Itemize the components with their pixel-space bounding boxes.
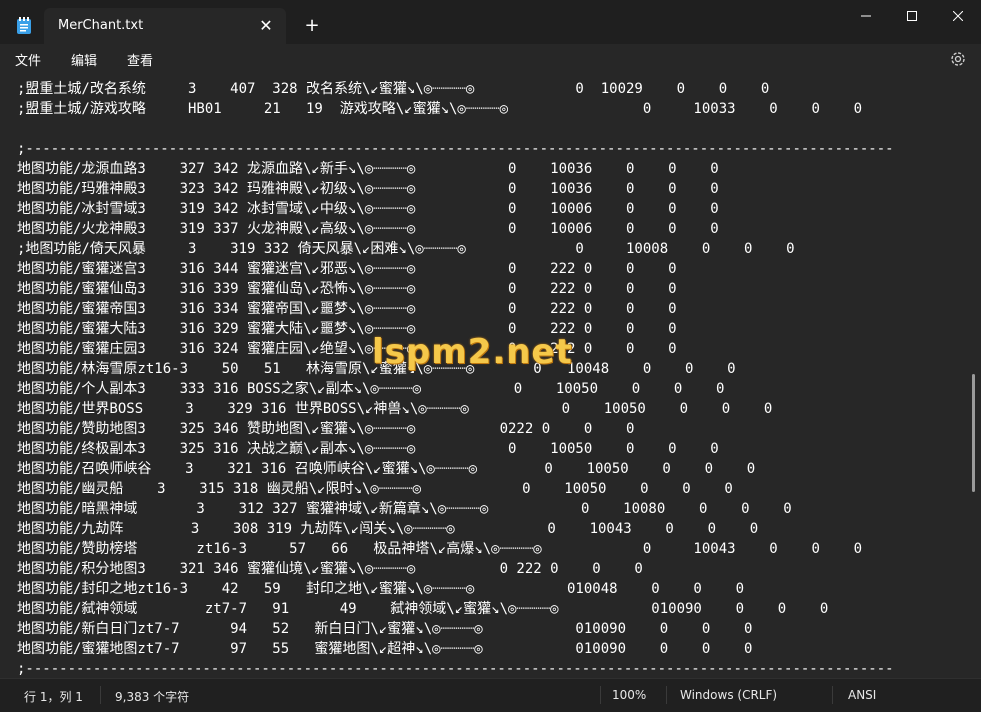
close-icon bbox=[953, 11, 963, 21]
watermark-text: lspm2.net bbox=[372, 332, 573, 372]
minimize-icon bbox=[861, 15, 871, 17]
status-divider bbox=[600, 686, 601, 704]
menu-edit[interactable]: 编辑 bbox=[71, 50, 97, 69]
text-line: 地图功能/终极副本3 325 316 决战之巅\↙副本↘\◎┈┈┈┈◎ 0 10… bbox=[17, 441, 719, 457]
text-line: 地图功能/蜜獾帝国3 316 334 蜜獾帝国\↙噩梦↘\◎┈┈┈┈◎ 0 22… bbox=[17, 301, 677, 317]
title-bar: MerChant.txt ✕ + bbox=[0, 0, 981, 44]
menu-view[interactable]: 查看 bbox=[127, 50, 153, 69]
maximize-button[interactable] bbox=[889, 0, 935, 32]
text-line: 地图功能/新白日门zt7-7 94 52 新白日门\↙蜜獾↘\◎┈┈┈┈◎ 01… bbox=[17, 621, 753, 637]
text-line: ;---------------------------------------… bbox=[17, 661, 894, 677]
text-editor[interactable]: ;盟重土城/改名系统 3 407 328 改名系统\↙蜜獾↘\◎┈┈┈┈◎ 0 … bbox=[0, 74, 981, 678]
text-line: 地图功能/世界BOSS 3 329 316 世界BOSS\↙神兽↘\◎┈┈┈┈◎… bbox=[17, 401, 773, 417]
status-divider bbox=[100, 686, 101, 704]
text-line: 地图功能/玛雅神殿3 323 342 玛雅神殿\↙初级↘\◎┈┈┈┈◎ 0 10… bbox=[17, 181, 719, 197]
text-line: 地图功能/蜜獾地图zt7-7 97 55 蜜獾地图\↙超神↘\◎┈┈┈┈◎ 01… bbox=[17, 641, 753, 657]
text-line: 地图功能/积分地图3 321 346 蜜獾仙境\↙蜜獾↘\◎┈┈┈┈◎ 0 22… bbox=[17, 561, 643, 577]
menu-bar: 文件 编辑 查看 bbox=[0, 44, 981, 74]
text-line: 地图功能/蜜獾仙岛3 316 339 蜜獾仙岛\↙恐怖↘\◎┈┈┈┈◎ 0 22… bbox=[17, 281, 677, 297]
menu-file[interactable]: 文件 bbox=[15, 50, 41, 69]
encoding[interactable]: ANSI bbox=[848, 688, 876, 702]
editor-lines: ;盟重土城/改名系统 3 407 328 改名系统\↙蜜獾↘\◎┈┈┈┈◎ 0 … bbox=[17, 79, 894, 678]
text-line: 地图功能/赞助地图3 325 346 赞助地图\↙蜜獾↘\◎┈┈┈┈◎ 0222… bbox=[17, 421, 635, 437]
text-line: ;盟重土城/改名系统 3 407 328 改名系统\↙蜜獾↘\◎┈┈┈┈◎ 0 … bbox=[17, 81, 770, 97]
text-line: ;盟重土城/游戏攻略 HB01 21 19 游戏攻略\↙蜜獾↘\◎┈┈┈┈◎ 0… bbox=[17, 101, 863, 117]
maximize-icon bbox=[907, 11, 917, 21]
tab-merchant-txt[interactable]: MerChant.txt ✕ bbox=[44, 8, 286, 44]
text-line: 地图功能/龙源血路3 327 342 龙源血路\↙新手↘\◎┈┈┈┈◎ 0 10… bbox=[17, 161, 719, 177]
text-line: ;---------------------------------------… bbox=[17, 141, 894, 157]
new-tab-button[interactable]: + bbox=[302, 16, 322, 36]
zoom-level[interactable]: 100% bbox=[612, 688, 646, 702]
text-line: 地图功能/召唤师峡谷 3 321 316 召唤师峡谷\↙蜜獾↘\◎┈┈┈┈◎ 0… bbox=[17, 461, 756, 477]
text-line: ;地图功能/倚天风暴 3 319 332 倚天风暴\↙困难↘\◎┈┈┈┈◎ 0 … bbox=[17, 241, 795, 257]
text-line: 地图功能/九劫阵 3 308 319 九劫阵\↙闯关↘\◎┈┈┈┈◎ 0 100… bbox=[17, 521, 759, 537]
text-line: 地图功能/封印之地zt16-3 42 59 封印之地\↙蜜獾↘\◎┈┈┈┈◎ 0… bbox=[17, 581, 745, 597]
text-line: 地图功能/赞助榜塔 zt16-3 57 66 极品神塔\↙高爆↘\◎┈┈┈┈◎ … bbox=[17, 541, 863, 557]
status-divider bbox=[832, 686, 833, 704]
tab-title: MerChant.txt bbox=[58, 18, 144, 33]
text-line: 地图功能/火龙神殿3 319 337 火龙神殿\↙高级↘\◎┈┈┈┈◎ 0 10… bbox=[17, 221, 719, 237]
settings-gear-icon[interactable] bbox=[949, 50, 967, 68]
text-line: 地图功能/个人副本3 333 316 BOSS之家\↙副本↘\◎┈┈┈┈◎ 0 … bbox=[17, 381, 725, 397]
text-line: 地图功能/暗黑神域 3 312 327 蜜獾神域\↙新篇章↘\◎┈┈┈┈◎ 0 … bbox=[17, 501, 792, 517]
status-bar: 行 1，列 1 9,383 个字符 100% Windows (CRLF) AN… bbox=[0, 678, 981, 712]
minimize-button[interactable] bbox=[843, 0, 889, 32]
vertical-scrollbar[interactable] bbox=[972, 374, 975, 492]
character-count: 9,383 个字符 bbox=[115, 690, 190, 704]
close-window-button[interactable] bbox=[935, 0, 981, 32]
line-ending[interactable]: Windows (CRLF) bbox=[680, 688, 777, 702]
text-line: 地图功能/弑神领域 zt7-7 91 49 弑神领域\↙蜜獾↘\◎┈┈┈┈◎ 0… bbox=[17, 601, 829, 617]
close-tab-icon[interactable]: ✕ bbox=[256, 16, 276, 36]
notepad-app-icon bbox=[17, 17, 31, 34]
text-line: 地图功能/蜜獾迷宫3 316 344 蜜獾迷宫\↙邪恶↘\◎┈┈┈┈◎ 0 22… bbox=[17, 261, 677, 277]
status-divider bbox=[666, 686, 667, 704]
cursor-position[interactable]: 行 1，列 1 bbox=[24, 688, 83, 705]
text-line: 地图功能/幽灵船 3 315 318 幽灵船\↙限时↘\◎┈┈┈┈◎ 0 100… bbox=[17, 481, 733, 497]
text-line: 地图功能/冰封雪域3 319 342 冰封雪域\↙中级↘\◎┈┈┈┈◎ 0 10… bbox=[17, 201, 719, 217]
text-line bbox=[17, 119, 894, 139]
